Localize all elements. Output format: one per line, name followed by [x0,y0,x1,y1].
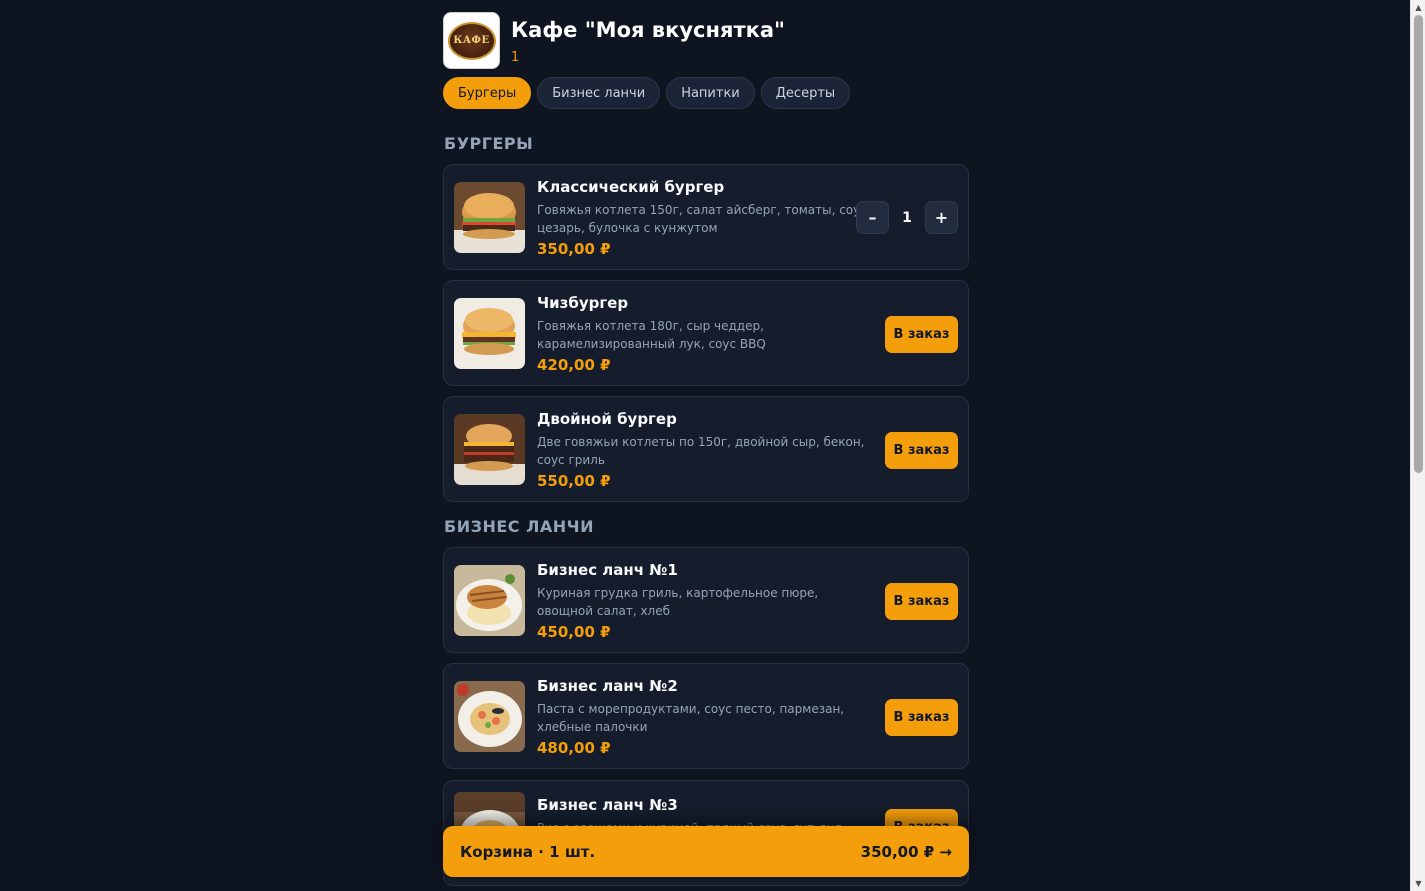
item-name: Бизнес ланч №3 [537,796,678,814]
add-to-order-button[interactable]: В заказ [885,583,958,620]
menu-item-card: Бизнес ланч №1 Куриная грудка гриль, кар… [443,547,969,653]
item-name: Чизбургер [537,294,629,312]
menu-item-card: Бизнес ланч №2 Паста с морепродуктами, с… [443,663,969,769]
decrease-button[interactable]: – [856,201,889,234]
header: КАФЕ Кафе "Моя вкуснятка" 1 [443,12,969,70]
tab-desserts[interactable]: Десерты [760,77,851,109]
burger-image [454,182,525,253]
item-name: Бизнес ланч №1 [537,561,678,579]
pasta-plate-image [454,681,525,752]
menu-container: КАФЕ Кафе "Моя вкуснятка" 1 Бургеры Бизн… [443,0,969,891]
item-price: 550,00 ₽ [537,472,611,490]
logo-text: КАФЕ [453,35,490,46]
item-description: Паста с морепродуктами, соус песто, парм… [537,702,845,734]
burger-image [454,414,525,485]
item-description: Говяжья котлета 180г, сыр чеддер, караме… [537,319,766,351]
quantity-stepper: – 1 + [856,201,958,234]
item-price: 480,00 ₽ [537,739,611,757]
item-name: Бизнес ланч №2 [537,677,678,695]
section-title-burgers: БУРГЕРЫ [444,134,534,153]
cart-bar[interactable]: Корзина · 1 шт. 350,00 ₽ → [443,826,969,877]
chicken-plate-image [454,565,525,636]
item-description: Две говяжьи котлеты по 150г, двойной сыр… [537,435,865,467]
tab-burgers[interactable]: Бургеры [443,77,532,109]
tab-business-lunch[interactable]: Бизнес ланчи [537,77,661,109]
menu-item-card: Чизбургер Говяжья котлета 180г, сыр чедд… [443,280,969,386]
scroll-up-arrow-icon[interactable]: ▲ [1411,0,1425,15]
cart-summary: Корзина · 1 шт. [460,842,596,861]
item-name: Двойной бургер [537,410,677,428]
menu-item-card: Классический бургер Говяжья котлета 150г… [443,164,969,270]
category-tabs: Бургеры Бизнес ланчи Напитки Десерты [443,77,851,109]
add-to-order-button[interactable]: В заказ [885,316,958,353]
item-price: 450,00 ₽ [537,623,611,641]
item-price: 350,00 ₽ [537,240,611,258]
scrollbar-thumb[interactable] [1414,15,1423,473]
quantity-value: 1 [902,209,912,226]
cafe-subtitle: 1 [511,50,520,65]
section-title-business-lunch: БИЗНЕС ЛАНЧИ [444,517,594,536]
cafe-logo: КАФЕ [443,12,500,69]
cart-total: 350,00 ₽ → [860,842,952,861]
tab-drinks[interactable]: Напитки [666,77,755,109]
page: КАФЕ Кафе "Моя вкуснятка" 1 Бургеры Бизн… [0,0,1425,891]
increase-button[interactable]: + [925,201,958,234]
logo-emblem: КАФЕ [447,21,496,60]
add-to-order-button[interactable]: В заказ [885,699,958,736]
item-description: Говяжья котлета 150г, салат айсберг, том… [537,203,867,235]
page-scrollbar[interactable]: ▲ ▼ [1410,0,1425,891]
add-to-order-button[interactable]: В заказ [885,432,958,469]
scroll-down-arrow-icon[interactable]: ▼ [1411,876,1425,891]
menu-item-card: Двойной бургер Две говяжьи котлеты по 15… [443,396,969,502]
header-text: Кафе "Моя вкуснятка" 1 [511,12,785,70]
item-price: 420,00 ₽ [537,356,611,374]
item-description: Куриная грудка гриль, картофельное пюре,… [537,586,819,618]
cafe-title: Кафе "Моя вкуснятка" [511,18,785,42]
item-name: Классический бургер [537,178,725,196]
burger-image [454,298,525,369]
